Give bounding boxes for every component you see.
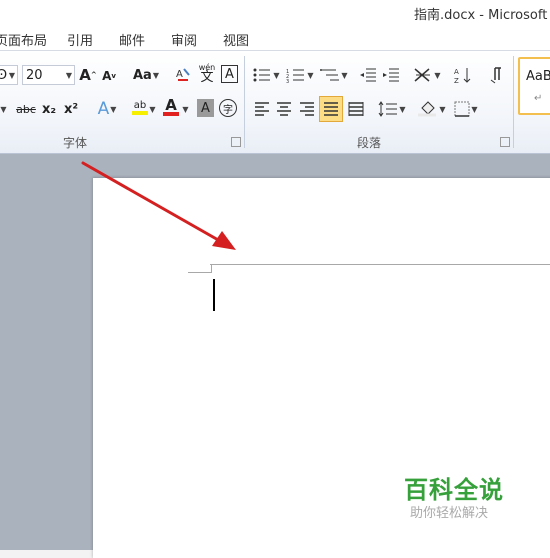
arrow-head xyxy=(212,231,236,250)
red-arrow-annotation xyxy=(81,161,236,250)
watermark-title: 百科全说 xyxy=(404,476,504,504)
watermark-subtitle: 助你轻松解决 xyxy=(410,506,489,521)
arrow-shaft xyxy=(81,161,222,243)
